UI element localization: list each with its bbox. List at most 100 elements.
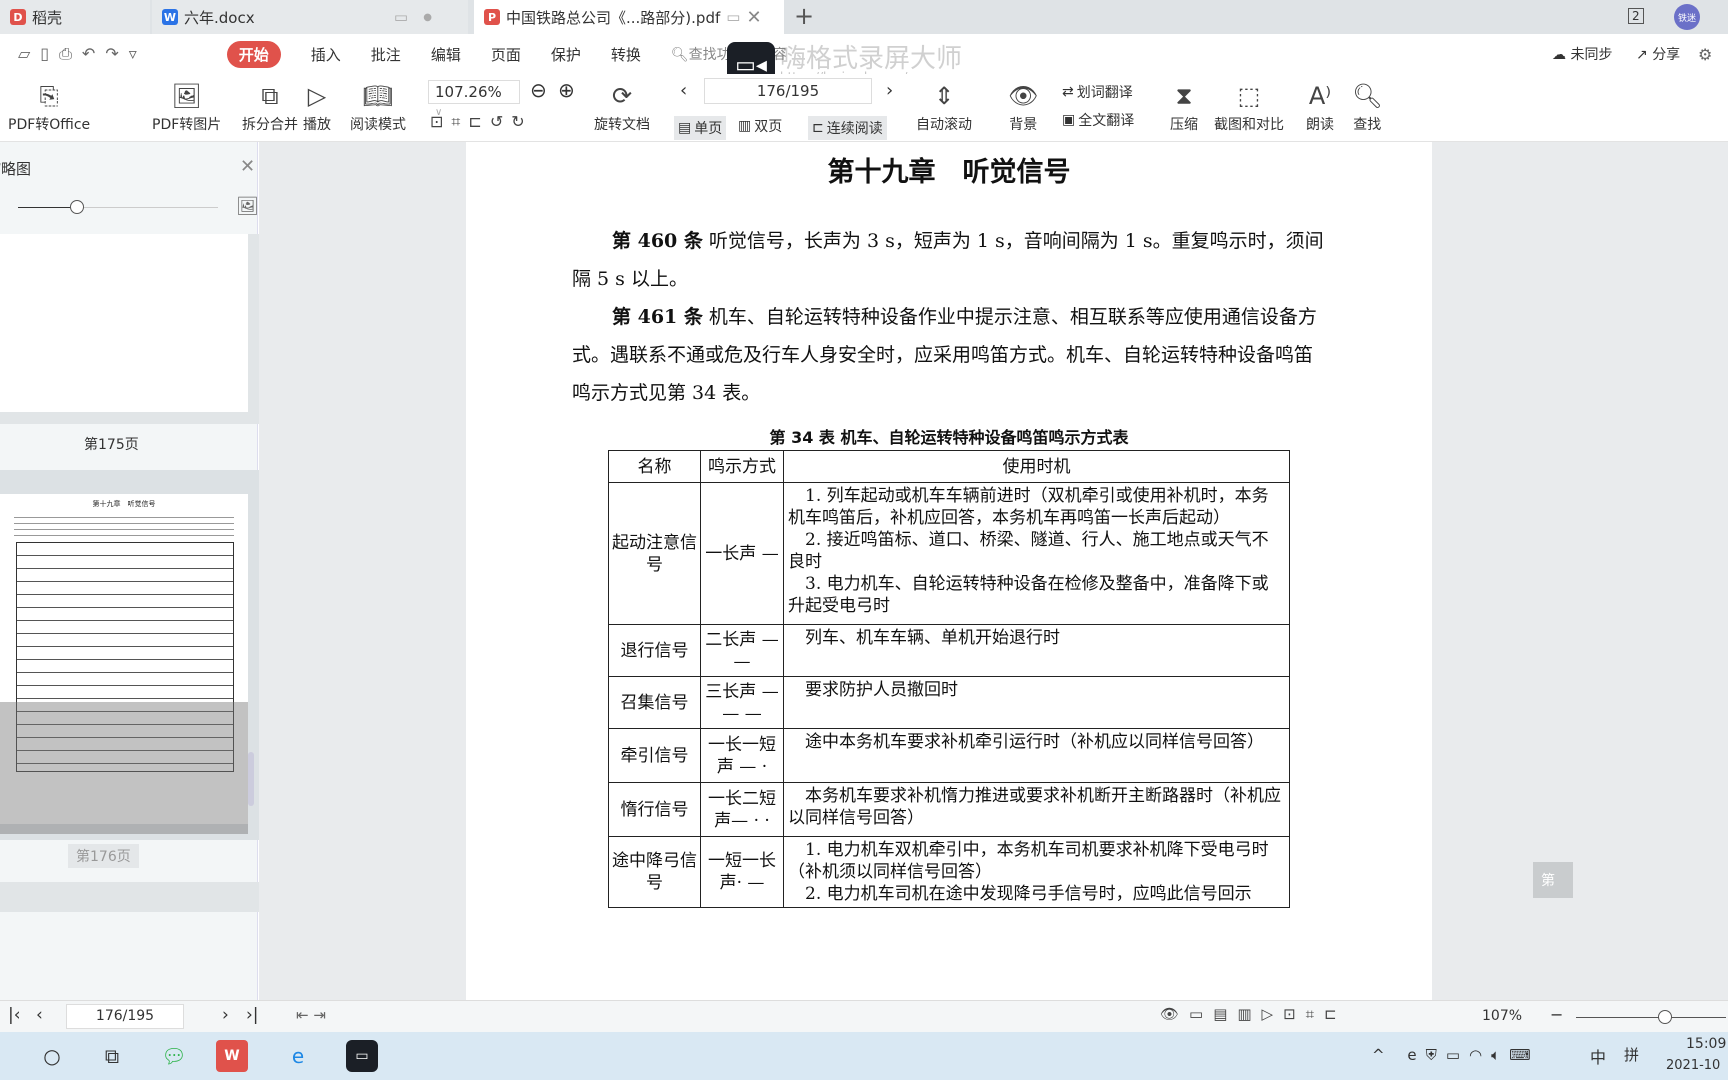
- menu-annotate[interactable]: 批注: [371, 44, 401, 65]
- system-tray-icons[interactable]: ^ e⛨▭◠🔈︎⌨: [1372, 1046, 1540, 1064]
- double-page-button[interactable]: ▥ 双页: [738, 116, 782, 136]
- screenshot-compare-button[interactable]: ⬚ 截图和对比: [1214, 78, 1284, 134]
- tab-label: 稻壳: [32, 8, 63, 27]
- signal-usage: 要求防护人员撤回时: [783, 676, 1290, 729]
- zoom-in-icon[interactable]: ⊕: [558, 78, 575, 102]
- full-translate-button[interactable]: ▣ 全文翻译: [1062, 110, 1134, 130]
- label: 划词翻译: [1076, 85, 1133, 101]
- usage-line: 2. 电力机车司机在途中发现降弓手信号时，应鸣此信号回示: [788, 884, 1252, 904]
- play-icon: ▷: [307, 82, 327, 110]
- clock-time[interactable]: 15:09: [1686, 1036, 1726, 1052]
- table-header-row: 名称 鸣示方式 使用时机: [608, 450, 1290, 483]
- status-bar: |‹ ‹ 176/195 › ›| ⇤ ⇥ 👁︎▭▤▥▷⊡⌗⊏ 107% −: [0, 1000, 1728, 1032]
- read-mode-button[interactable]: 📖︎ 阅读模式: [350, 78, 406, 134]
- first-page-icon[interactable]: |‹: [8, 1005, 21, 1025]
- usage-line: 要求防护人员撤回时: [788, 680, 958, 700]
- menu-edit[interactable]: 编辑: [431, 44, 461, 65]
- signal-name: 牵引信号: [608, 728, 701, 783]
- slider-handle[interactable]: [1658, 1010, 1672, 1024]
- status-page-input[interactable]: 176/195: [66, 1004, 184, 1029]
- background-button[interactable]: 👁︎ 背景: [1008, 78, 1038, 134]
- zoom-select[interactable]: 107.26% ∨: [428, 80, 520, 118]
- settings-icon[interactable]: ⚙: [1698, 45, 1712, 64]
- tab-daoke[interactable]: D 稻壳: [0, 0, 150, 34]
- table-row: 途中降弓信号 一短一长声· — 1. 电力机车双机牵引中，本务机车司机要求补机降下…: [608, 836, 1290, 908]
- signal-name: 途中降弓信号: [608, 836, 701, 908]
- single-page-button[interactable]: ▤ 单页: [674, 116, 727, 140]
- task-view-icon[interactable]: ⧉: [96, 1040, 128, 1072]
- play-button[interactable]: ▷ 播放: [303, 78, 331, 134]
- prev-page-icon[interactable]: ‹: [36, 1005, 43, 1025]
- pdf-to-image-button[interactable]: 🖼︎ PDF转图片: [152, 78, 221, 134]
- compress-button[interactable]: ⧗ 压缩: [1170, 78, 1198, 134]
- wechat-icon[interactable]: 💬︎: [158, 1040, 190, 1072]
- tab-label: 中国铁路总公司《...路部分).pdf: [506, 8, 721, 27]
- prev-page-icon[interactable]: ‹: [680, 80, 687, 101]
- find-button[interactable]: 🔍︎ 查找: [1352, 78, 1382, 134]
- thumbnail-page-175[interactable]: [0, 234, 260, 424]
- thumbnail-page-176[interactable]: 第十九章 听觉信号: [0, 470, 260, 840]
- menu-protect[interactable]: 保护: [551, 44, 581, 65]
- rotate-document-button[interactable]: ⟳ 旋转文档: [594, 78, 650, 134]
- menu-insert[interactable]: 插入: [311, 44, 341, 65]
- sync-status[interactable]: ☁ 未同步: [1552, 44, 1612, 64]
- status-zoom[interactable]: 107%: [1482, 1008, 1522, 1024]
- slider-handle[interactable]: [70, 200, 84, 214]
- auto-scroll-button[interactable]: ⇕ 自动滚动: [916, 78, 972, 134]
- taskbar: ○ ⧉ 💬︎ W e ▭ ^ e⛨▭◠🔈︎⌨ 中 拼 15:09 2021-10: [0, 1032, 1728, 1080]
- clock-date[interactable]: 2021-10: [1666, 1058, 1720, 1073]
- wps-icon[interactable]: W: [216, 1040, 248, 1072]
- signal-usage: 1. 电力机车双机牵引中，本务机车司机要求补机降下受电弓时（补机须以同样信号回答…: [783, 836, 1290, 908]
- continuous-read-button[interactable]: ⊏ 连续阅读: [808, 116, 887, 140]
- avatar[interactable]: 铁迷: [1674, 4, 1700, 30]
- image-icon[interactable]: 🖼︎: [236, 196, 259, 217]
- close-tab-icon[interactable]: ✕: [746, 7, 761, 28]
- label: PDF转图片: [152, 117, 222, 133]
- zoom-out-icon[interactable]: ⊖: [530, 78, 547, 102]
- thumbnail-size-slider[interactable]: [18, 200, 218, 214]
- sync-label: 未同步: [1570, 47, 1613, 63]
- signal-usage: 1. 列车起动或机车车辆前进时（双机牵引或使用补机时，本务机车鸣笛后，补机应回答…: [783, 482, 1290, 625]
- pdf-to-office-button[interactable]: ⎘ PDF转Office: [8, 78, 90, 134]
- share-button[interactable]: ↗ 分享: [1636, 44, 1680, 64]
- menu-page[interactable]: 页面: [491, 44, 521, 65]
- tab-pdf[interactable]: P 中国铁路总公司《...路部分).pdf ▭ ✕: [474, 0, 784, 34]
- next-page-icon[interactable]: ›: [222, 1005, 229, 1025]
- new-tab-icon[interactable]: +: [794, 2, 814, 30]
- menu-start[interactable]: 开始: [226, 40, 281, 68]
- tab-bar: D 稻壳 W 六年.docx ▭ ● P 中国铁路总公司《...路部分).pdf ▭ ✕ + …: [0, 0, 1728, 34]
- pdf-to-office-icon: ⎘: [39, 82, 59, 110]
- quick-access-icons[interactable]: ▱▯⎙↶↷▿: [18, 44, 147, 64]
- fit-icons[interactable]: ⊡⌗⊏↺↻: [430, 112, 533, 132]
- back-forward-icons[interactable]: ⇤ ⇥: [296, 1006, 326, 1024]
- close-icon[interactable]: ✕: [240, 156, 255, 177]
- sidebar-scrollbar[interactable]: [248, 752, 254, 806]
- view-mode-icons[interactable]: 👁︎▭▤▥▷⊡⌗⊏: [1160, 1005, 1347, 1023]
- column-header: 名称: [608, 450, 701, 483]
- table-row: 退行信号 二长声 — — 列车、机车车辆、单机开始退行时: [608, 624, 1290, 677]
- next-page-icon[interactable]: ›: [886, 80, 893, 101]
- zoom-slider[interactable]: [1576, 1010, 1726, 1024]
- thumb-viewport-overlay: [0, 702, 248, 834]
- zoom-out-icon[interactable]: −: [1550, 1005, 1563, 1024]
- label: PDF转Office: [8, 117, 91, 133]
- last-page-icon[interactable]: ›|: [246, 1005, 259, 1025]
- page-float-button[interactable]: 第: [1533, 862, 1573, 898]
- page-input[interactable]: 176/195: [704, 78, 872, 104]
- word-translate-button[interactable]: ⇄ 划词翻译: [1062, 82, 1133, 102]
- ime-mode[interactable]: 拼: [1624, 1044, 1639, 1065]
- thumbnail-page-177[interactable]: [0, 882, 260, 912]
- zoom-value: 107.26%: [435, 83, 502, 101]
- tab-docx[interactable]: W 六年.docx ▭ ●: [152, 0, 468, 34]
- cortana-icon[interactable]: ○: [36, 1040, 68, 1072]
- split-merge-button[interactable]: ⧉ 拆分合并: [242, 78, 298, 134]
- recorder-icon[interactable]: ▭: [346, 1040, 378, 1072]
- menu-convert[interactable]: 转换: [611, 44, 641, 65]
- ie-icon[interactable]: e: [282, 1040, 314, 1072]
- sidebar-title: 缩略图: [0, 160, 32, 178]
- window-count[interactable]: 2: [1628, 8, 1644, 24]
- ime-language[interactable]: 中: [1590, 1044, 1606, 1068]
- read-aloud-button[interactable]: A⁾ 朗读: [1306, 78, 1334, 134]
- label: 查找: [1353, 117, 1382, 133]
- thumbnail-label-selected: 第176页: [68, 844, 139, 868]
